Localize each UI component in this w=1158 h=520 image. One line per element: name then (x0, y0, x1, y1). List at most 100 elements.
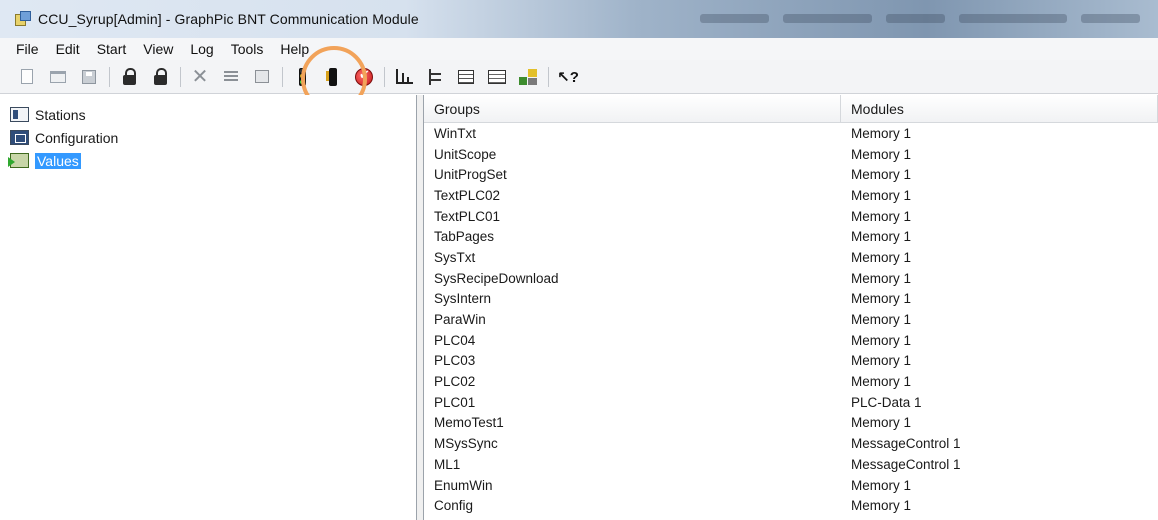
group-cell: EnumWin (434, 477, 493, 493)
group-cell: MemoTest1 (434, 415, 504, 431)
table-row[interactable]: MemoTest1 Memory 1 (424, 413, 1158, 434)
table-row[interactable]: PLC04 Memory 1 (424, 330, 1158, 351)
table-row[interactable]: MSysSync MessageControl 1 (424, 433, 1158, 454)
help-icon: ↖? (557, 68, 579, 86)
list-view-button[interactable] (455, 66, 477, 88)
properties-icon (224, 70, 238, 83)
menu-file[interactable]: File (16, 41, 39, 57)
unlock-icon (153, 67, 167, 85)
list-header: Groups Modules (424, 95, 1158, 123)
table-row[interactable]: EnumWin Memory 1 (424, 475, 1158, 496)
table-row[interactable]: UnitProgSet Memory 1 (424, 164, 1158, 185)
module-cell: PLC-Data 1 (851, 394, 922, 410)
detail-view-button[interactable] (486, 66, 508, 88)
modules-icon (519, 68, 537, 85)
table-row[interactable]: ParaWin Memory 1 (424, 309, 1158, 330)
table-row[interactable]: ML1 MessageControl 1 (424, 454, 1158, 475)
chart-icon (395, 69, 413, 84)
check-button[interactable] (353, 66, 375, 88)
stop-communication-button[interactable] (322, 66, 344, 88)
delete-button[interactable]: ✕ (189, 66, 211, 88)
column-header-modules[interactable]: Modules (841, 95, 1158, 122)
module-cell: Memory 1 (851, 353, 912, 369)
unlock-button[interactable] (149, 66, 171, 88)
start-communication-button[interactable] (291, 66, 313, 88)
group-cell: WinTxt (434, 125, 476, 141)
module-cell: Memory 1 (851, 332, 912, 348)
module-cell: Memory 1 (851, 229, 912, 245)
module-cell: Memory 1 (851, 374, 912, 390)
table-row[interactable]: TextPLC02 Memory 1 (424, 185, 1158, 206)
table-row[interactable]: UnitScope Memory 1 (424, 144, 1158, 165)
group-cell: UnitProgSet (434, 167, 507, 183)
tree-item-configuration[interactable]: Configuration (0, 126, 416, 149)
table-row[interactable]: PLC02 Memory 1 (424, 371, 1158, 392)
properties-button[interactable] (220, 66, 242, 88)
chart-button[interactable] (393, 66, 415, 88)
traffic-light-icon (298, 67, 306, 86)
module-cell: Memory 1 (851, 415, 912, 431)
new-button[interactable] (16, 66, 38, 88)
table-row[interactable]: WinTxt Memory 1 (424, 123, 1158, 144)
list-view-icon (458, 69, 474, 84)
save-icon (82, 69, 96, 84)
values-icon (8, 153, 29, 168)
table-row[interactable]: TextPLC01 Memory 1 (424, 206, 1158, 227)
menu-view[interactable]: View (143, 41, 173, 57)
toolbar-separator (282, 66, 283, 87)
navigation-tree: Stations Configuration Values (0, 95, 416, 520)
module-cell: Memory 1 (851, 187, 912, 203)
module-cell: MessageControl 1 (851, 436, 961, 452)
toolbar-separator (180, 66, 181, 87)
lock-icon (122, 67, 136, 85)
menu-help[interactable]: Help (280, 41, 309, 57)
table-row[interactable]: Config Memory 1 (424, 495, 1158, 516)
check-icon (355, 67, 373, 86)
group-cell: MSysSync (434, 436, 498, 452)
help-button[interactable]: ↖? (557, 66, 579, 88)
pane-splitter[interactable] (416, 95, 424, 520)
window-title: CCU_Syrup[Admin] - GraphPic BNT Communic… (38, 11, 419, 27)
delete-icon: ✕ (191, 65, 209, 88)
toolbar-separator (109, 66, 110, 87)
modules-button[interactable] (517, 66, 539, 88)
table-row[interactable]: SysTxt Memory 1 (424, 247, 1158, 268)
menu-edit[interactable]: Edit (56, 41, 80, 57)
module-cell: Memory 1 (851, 125, 912, 141)
group-cell: PLC01 (434, 394, 476, 410)
tree-view-button[interactable] (424, 66, 446, 88)
lock-button[interactable] (118, 66, 140, 88)
tree-item-stations[interactable]: Stations (0, 103, 416, 126)
menu-start[interactable]: Start (97, 41, 127, 57)
document-button[interactable] (251, 66, 273, 88)
module-cell: Memory 1 (851, 477, 912, 493)
group-cell: SysTxt (434, 249, 476, 265)
open-button[interactable] (47, 66, 69, 88)
group-cell: UnitScope (434, 146, 497, 162)
toolbar: ✕ ↖? (0, 60, 1158, 94)
menu-log[interactable]: Log (190, 41, 213, 57)
save-button[interactable] (78, 66, 100, 88)
menu-tools[interactable]: Tools (231, 41, 264, 57)
app-icon (14, 11, 31, 27)
table-row[interactable]: SysRecipeDownload Memory 1 (424, 268, 1158, 289)
group-cell: PLC03 (434, 353, 476, 369)
column-header-groups[interactable]: Groups (424, 95, 841, 122)
module-cell: Memory 1 (851, 498, 912, 514)
group-cell: TextPLC01 (434, 208, 501, 224)
table-row[interactable]: SysIntern Memory 1 (424, 289, 1158, 310)
title-bar: CCU_Syrup[Admin] - GraphPic BNT Communic… (0, 0, 1158, 38)
list-rows: WinTxt Memory 1 UnitScope Memory 1 UnitProgS… (424, 123, 1158, 516)
menu-bar: File Edit Start View Log Tools Help (0, 38, 1158, 60)
module-cell: MessageControl 1 (851, 456, 961, 472)
group-cell: Config (434, 498, 474, 514)
groups-list: Groups Modules WinTxt Memory 1 UnitScope Me… (424, 95, 1158, 520)
detail-view-icon (488, 69, 506, 84)
group-cell: ML1 (434, 456, 461, 472)
table-row[interactable]: PLC01 PLC-Data 1 (424, 392, 1158, 413)
table-row[interactable]: TabPages Memory 1 (424, 226, 1158, 247)
table-row[interactable]: PLC03 Memory 1 (424, 351, 1158, 372)
tree-item-values[interactable]: Values (0, 149, 416, 172)
module-cell: Memory 1 (851, 291, 912, 307)
module-cell: Memory 1 (851, 249, 912, 265)
